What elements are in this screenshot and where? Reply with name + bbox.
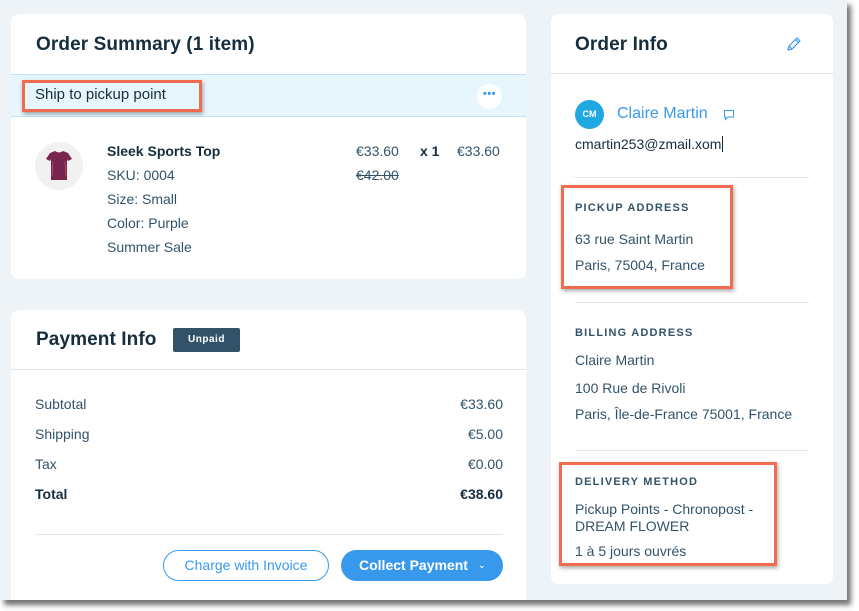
- annotation-highlight-shipping: [22, 80, 202, 112]
- product-line-total: €33.60: [457, 143, 500, 159]
- charge-with-invoice-button[interactable]: Charge with Invoice: [163, 550, 329, 581]
- product-price: €33.60: [356, 143, 399, 159]
- divider: [575, 450, 809, 451]
- tax-label: Tax: [35, 456, 57, 472]
- customer-avatar: CM: [575, 100, 604, 129]
- order-summary-card: Order Summary (1 item) Ship to pickup po…: [11, 14, 526, 279]
- order-info-title: Order Info: [575, 34, 668, 55]
- text-cursor: [722, 136, 724, 152]
- product-quantity: x 1: [420, 143, 440, 159]
- divider: [575, 302, 809, 303]
- product-sku: SKU: 0004: [107, 167, 175, 183]
- order-info-card: Order Info CM Claire Martin cmartin253@z…: [551, 14, 833, 584]
- pencil-icon[interactable]: [784, 34, 804, 54]
- subtotal-value: €33.60: [460, 396, 503, 412]
- billing-address-line: Paris, Île-de-France 75001, France: [575, 406, 793, 422]
- divider: [35, 534, 503, 535]
- product-promotion: Summer Sale: [107, 239, 192, 255]
- product-thumbnail[interactable]: [35, 142, 83, 190]
- total-label: Total: [35, 486, 68, 502]
- tax-value: €0.00: [467, 456, 503, 472]
- billing-address-line: Claire Martin: [575, 352, 655, 368]
- payment-status-badge: Unpaid: [173, 328, 240, 352]
- product-original-price: €42.00: [356, 167, 399, 183]
- purple-tshirt-icon: [46, 151, 72, 180]
- shipping-method-bar: Ship to pickup point •••: [11, 74, 526, 117]
- annotation-highlight-delivery: [559, 462, 777, 566]
- total-value: €38.60: [460, 486, 503, 502]
- chat-icon[interactable]: [723, 108, 735, 121]
- payment-info-card: Payment Info Unpaid Subtotal €33.60 Ship…: [11, 310, 526, 600]
- subtotal-row: Subtotal €33.60: [35, 396, 503, 412]
- product-size: Size: Small: [107, 191, 178, 207]
- shipping-value: €5.00: [467, 426, 503, 442]
- product-name[interactable]: Sleek Sports Top: [107, 143, 220, 159]
- chat-icon-svg: [724, 110, 734, 121]
- tax-row: Tax €0.00: [35, 456, 503, 472]
- payment-info-title: Payment Info: [36, 329, 157, 350]
- product-color: Color: Purple: [107, 215, 189, 231]
- billing-address-title: BILLING ADDRESS: [575, 327, 694, 339]
- customer-name-link[interactable]: Claire Martin: [617, 105, 708, 123]
- order-summary-title: Order Summary (1 item): [36, 34, 255, 55]
- more-actions-button[interactable]: •••: [477, 84, 502, 109]
- divider: [575, 177, 809, 178]
- annotation-highlight-pickup: [561, 185, 733, 289]
- divider: [551, 73, 833, 74]
- divider: [11, 369, 526, 370]
- shipping-row: Shipping €5.00: [35, 426, 503, 442]
- subtotal-label: Subtotal: [35, 396, 87, 412]
- order-page: Order Summary (1 item) Ship to pickup po…: [0, 0, 847, 600]
- collect-payment-button[interactable]: Collect Payment ⌄: [341, 550, 503, 581]
- collect-payment-label: Collect Payment: [359, 557, 468, 573]
- more-dots-icon: •••: [482, 88, 497, 100]
- pencil-icon-svg: [787, 37, 801, 51]
- customer-email[interactable]: cmartin253@zmail.xom: [575, 136, 724, 152]
- billing-address-line: 100 Rue de Rivoli: [575, 380, 686, 396]
- total-row: Total €38.60: [35, 486, 503, 502]
- shipping-label: Shipping: [35, 426, 90, 442]
- chevron-down-icon: ⌄: [477, 560, 486, 571]
- customer-email-text: cmartin253@zmail.xom: [575, 136, 722, 152]
